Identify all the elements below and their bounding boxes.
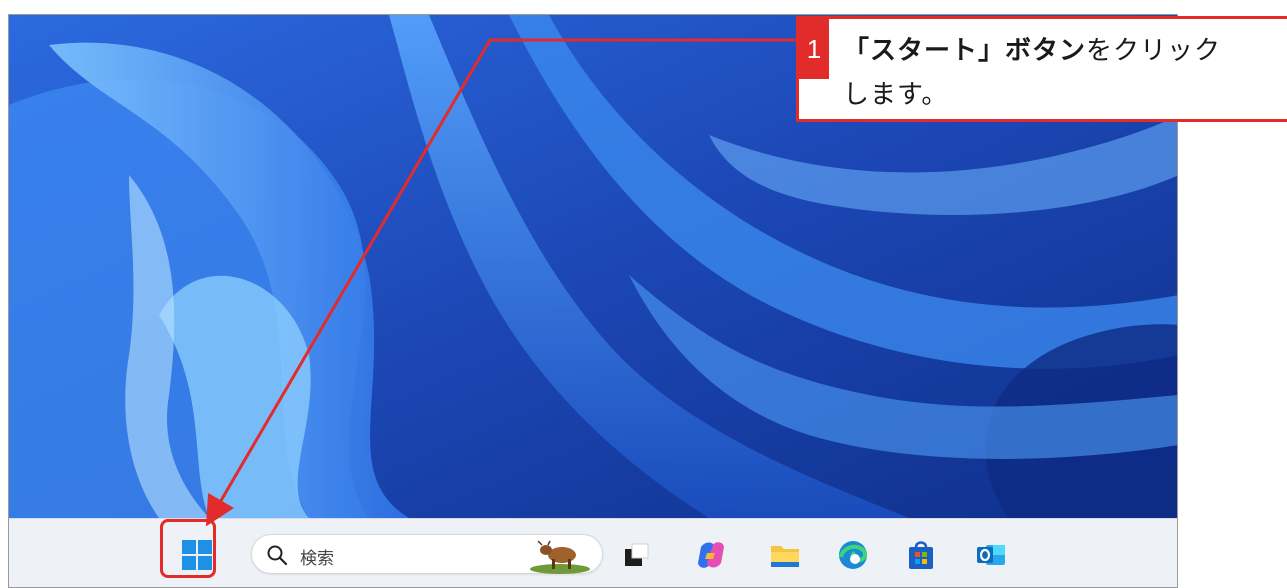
instruction-line2: します。 <box>843 80 949 110</box>
instruction-bold: 「スタート」ボタン <box>843 36 1087 66</box>
folder-icon <box>771 546 799 567</box>
instruction-text: 「スタート」ボタンをクリック します。 <box>843 29 1283 117</box>
store-button[interactable] <box>899 533 943 577</box>
instruction-normal: をクリック <box>1086 36 1222 66</box>
search-placeholder: 検索 <box>300 549 334 569</box>
file-explorer-button[interactable] <box>763 533 807 577</box>
outlook-icon <box>977 545 1005 565</box>
start-button-highlight <box>160 519 216 578</box>
search-box[interactable]: 検索 <box>251 534 603 574</box>
outlook-button[interactable] <box>969 533 1013 577</box>
copilot-icon <box>698 542 724 568</box>
task-view-icon <box>625 543 649 566</box>
copilot-button[interactable] <box>689 533 733 577</box>
step-number-badge: 1 <box>799 19 829 79</box>
search-highlight-cow-icon <box>530 540 590 574</box>
store-icon <box>909 541 933 569</box>
task-view-button[interactable] <box>615 533 659 577</box>
search-icon <box>267 545 288 566</box>
edge-icon <box>839 541 868 569</box>
edge-button[interactable] <box>831 533 875 577</box>
instruction-callout: 1 「スタート」ボタンをクリック します。 <box>796 16 1287 122</box>
